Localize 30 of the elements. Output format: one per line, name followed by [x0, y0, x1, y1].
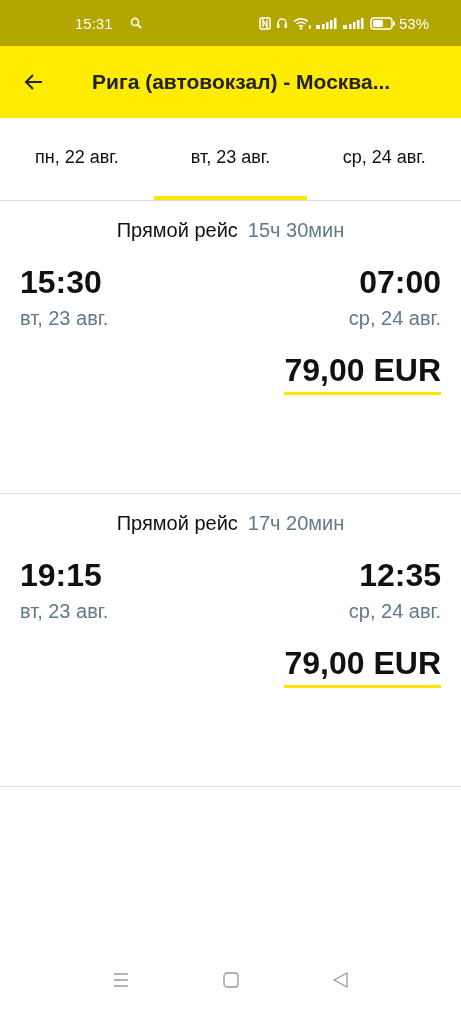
- arrival-time: 07:00: [359, 264, 441, 301]
- departure-time: 15:30: [20, 264, 103, 301]
- status-time: 15:31: [75, 14, 113, 32]
- departure-date: вт, 23 авг.: [20, 600, 109, 623]
- price[interactable]: 79,00 EUR: [284, 645, 441, 688]
- date-tab[interactable]: вт, 23 авг.: [153, 118, 308, 200]
- menu-icon[interactable]: [112, 972, 129, 988]
- nfc-icon: [258, 16, 271, 30]
- departure-date: вт, 23 авг.: [20, 307, 109, 330]
- trip-type: Прямой рейс: [116, 512, 238, 535]
- back-icon[interactable]: [332, 972, 349, 988]
- date-tab[interactable]: пн, 22 авг.: [0, 118, 154, 200]
- trip-duration: 17ч 20мин: [247, 512, 345, 535]
- battery-icon: [369, 16, 396, 30]
- headphones-icon: [275, 17, 288, 29]
- price[interactable]: 79,00 EUR: [284, 352, 441, 395]
- date-tab[interactable]: ср, 24 авг.: [307, 118, 461, 200]
- wifi-icon: [292, 16, 311, 30]
- signal-icon: [342, 17, 365, 29]
- arrival-date: ср, 24 авг.: [348, 600, 441, 623]
- home-icon[interactable]: [222, 972, 239, 988]
- departure-time: 19:15: [20, 557, 103, 594]
- trip-duration: 15ч 30мин: [247, 219, 345, 242]
- arrival-time: 12:35: [359, 557, 441, 594]
- search-icon: [129, 17, 142, 29]
- battery-percent: 53%: [398, 14, 429, 32]
- route-title: Рига (автовокзал) - Москва...: [92, 70, 391, 94]
- signal-icon: [315, 17, 338, 29]
- arrival-date: ср, 24 авг.: [348, 307, 441, 330]
- trip-type: Прямой рейс: [116, 219, 238, 242]
